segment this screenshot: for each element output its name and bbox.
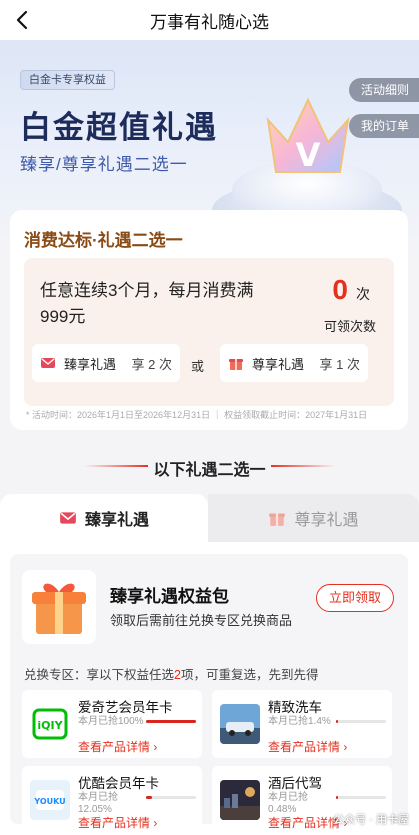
product-progress-bar: [146, 720, 196, 723]
designated-driver-photo-icon: [220, 780, 260, 820]
package-desc: 领取后需前往兑换专区兑换商品: [110, 613, 293, 628]
option-premium: 臻享礼遇 享 2 次: [32, 344, 180, 382]
spend-card-title: 消费达标·礼遇二选一: [24, 231, 183, 250]
product-progress-bar: [146, 796, 196, 799]
exchange-rule: 兑换专区：享以下权益任选2项，可重复选，先到先得: [24, 668, 319, 682]
svg-text:YOUKU: YOUKU: [33, 797, 65, 806]
activity-rules-button[interactable]: 活动细则: [348, 78, 419, 102]
gift-icon: [268, 509, 286, 527]
hero-subtitle: 臻享/尊享礼遇二选一: [20, 155, 188, 174]
package-name: 臻享礼遇权益包: [110, 587, 229, 606]
product-name: 精致洗车: [268, 700, 322, 715]
claim-count-unit: 次: [356, 286, 370, 302]
product-card[interactable]: YOUKU 优酷会员年卡 本月已抢12.05% 查看产品详情 ›: [22, 766, 202, 834]
crown-v-icon: V: [258, 80, 358, 190]
my-orders-button[interactable]: 我的订单: [348, 114, 419, 138]
car-wash-photo-icon: [220, 704, 260, 744]
or-text: 或: [191, 359, 205, 374]
tab-elite-label: 尊享礼遇: [294, 512, 359, 529]
claim-count-number: 0: [332, 274, 348, 305]
platinum-tag: 白金卡专享权益: [20, 70, 115, 90]
option-premium-label: 臻享礼遇: [64, 356, 117, 372]
tab-premium-label: 臻享礼遇: [84, 512, 149, 529]
spend-condition-box: 任意连续3个月，每月消费满999元 0 次 可领次数 臻享礼遇 享 2 次 或 …: [24, 258, 394, 406]
product-card[interactable]: iQIY 爱奇艺会员年卡 本月已抢100% 查看产品详情 ›: [22, 690, 202, 758]
tab-premium[interactable]: 臻享礼遇: [0, 494, 208, 542]
product-name: 爱奇艺会员年卡: [78, 700, 173, 715]
divider-right: [271, 465, 335, 467]
tab-elite[interactable]: 尊享礼遇: [208, 494, 419, 542]
product-progress-text: 本月已抢12.05%: [78, 792, 118, 815]
claim-count-label: 可领次数: [323, 319, 376, 334]
product-detail-link[interactable]: 查看产品详情 ›: [268, 738, 347, 755]
benefit-tabs: 臻享礼遇 尊享礼遇: [0, 494, 419, 542]
benefit-package: 臻享礼遇权益包 领取后需前往兑换专区兑换商品 立即领取 兑换专区：享以下权益任选…: [10, 554, 408, 834]
gift-box-icon: [22, 570, 96, 644]
activity-note: * 活动时间：2026年1月1日至2026年12月31日 ｜ 权益领取截止时间：…: [26, 410, 368, 420]
product-detail-link[interactable]: 查看产品详情 ›: [78, 738, 157, 755]
product-progress-bar: [336, 796, 386, 799]
svg-text:iQIY: iQIY: [37, 719, 63, 732]
product-progress-text: 本月已抢100%: [78, 716, 144, 727]
product-progress-bar: [336, 720, 386, 723]
page-title: 万事有礼随心选: [150, 12, 269, 32]
product-card[interactable]: 精致洗车 本月已抢1.4% 查看产品详情 ›: [212, 690, 392, 758]
section-title: 以下礼遇二选一: [153, 462, 266, 479]
watermark: 公众号 · 用卡屋: [333, 814, 409, 826]
envelope-icon: [40, 355, 56, 371]
claim-now-button[interactable]: 立即领取: [316, 584, 394, 612]
spend-condition: 任意连续3个月，每月消费满999元: [40, 281, 254, 326]
option-elite: 尊享礼遇 享 1 次: [220, 344, 368, 382]
iqiyi-logo-icon: iQIY: [30, 704, 70, 744]
product-detail-link[interactable]: 查看产品详情 ›: [78, 814, 157, 831]
spend-target-card: 消费达标·礼遇二选一 任意连续3个月，每月消费满999元 0 次 可领次数 臻享…: [10, 210, 408, 430]
hero-title: 白金超值礼遇: [20, 110, 218, 145]
envelope-icon: [59, 509, 77, 527]
product-name: 优酷会员年卡: [78, 776, 159, 791]
option-elite-label: 尊享礼遇: [252, 356, 305, 372]
back-icon[interactable]: [8, 6, 36, 34]
claim-count: 0 次: [332, 274, 370, 306]
product-name: 酒后代驾: [268, 776, 322, 791]
option-premium-times: 享 2 次: [131, 356, 172, 372]
nav-bar: 万事有礼随心选: [0, 0, 419, 40]
benefit-panel: 臻享礼遇权益包 领取后需前往兑换专区兑换商品 立即领取 兑换专区：享以下权益任选…: [0, 542, 419, 835]
product-progress-text: 本月已抢1.4%: [268, 716, 331, 727]
svg-text:V: V: [296, 136, 321, 174]
option-elite-times: 享 1 次: [319, 356, 360, 372]
youku-logo-icon: YOUKU: [30, 780, 70, 820]
product-progress-text: 本月已抢0.48%: [268, 792, 308, 815]
gift-icon: [228, 355, 244, 371]
